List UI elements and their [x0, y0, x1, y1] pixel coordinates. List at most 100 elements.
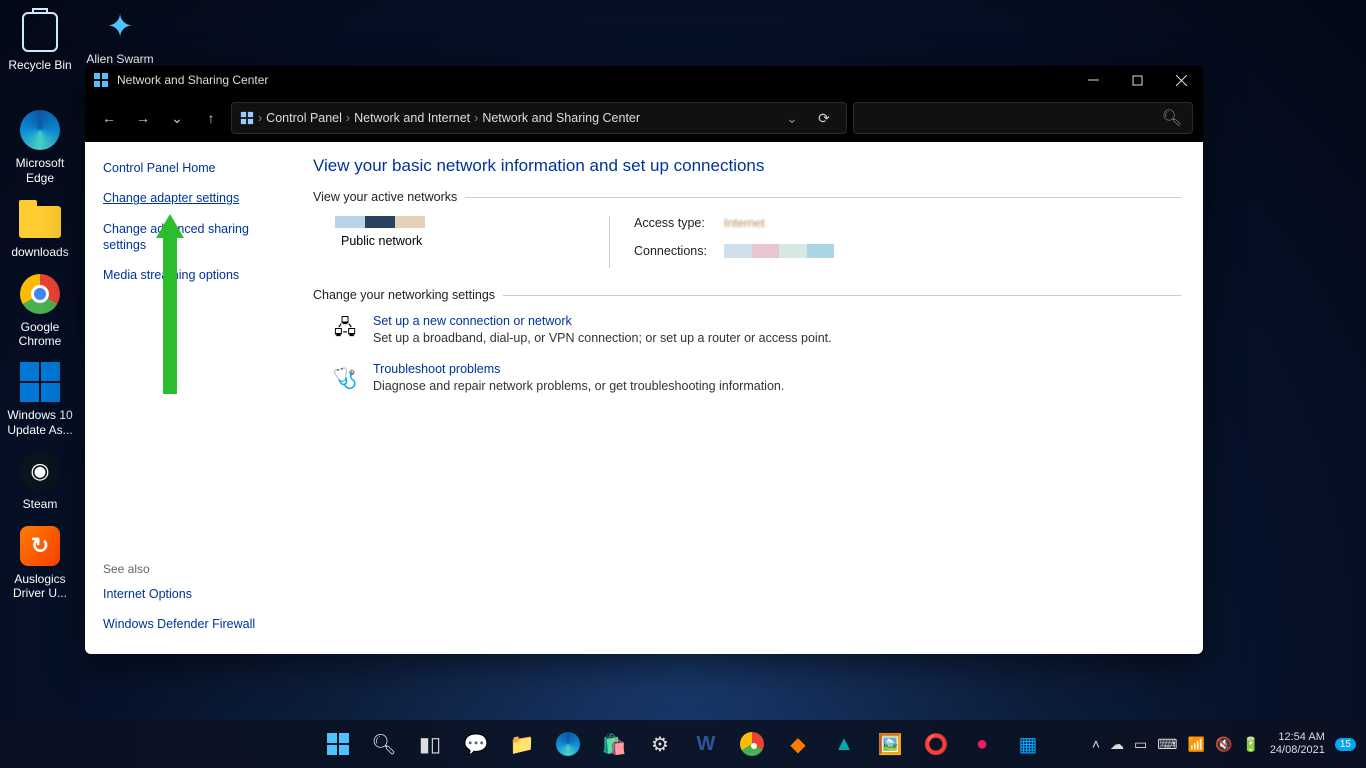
arrow-left-icon: ←: [102, 110, 116, 126]
sidebar-control-panel-home[interactable]: Control Panel Home: [103, 160, 273, 176]
arrow-up-icon: ↑: [208, 110, 215, 126]
tray-onedrive[interactable]: ☁: [1110, 736, 1124, 753]
minimize-button[interactable]: [1071, 66, 1115, 94]
taskbar-word[interactable]: W: [686, 724, 726, 764]
sidebar-defender-firewall[interactable]: Windows Defender Firewall: [103, 616, 273, 632]
windows-icon: [20, 362, 60, 402]
recent-dropdown[interactable]: ⌄: [163, 104, 191, 132]
edge-icon: [20, 110, 60, 150]
troubleshoot-icon: 🩺: [329, 362, 361, 394]
chrome-icon: [20, 274, 60, 314]
battery-icon: 🔋: [1242, 736, 1259, 752]
desktop-label: downloads: [2, 245, 78, 259]
troubleshoot-title[interactable]: Troubleshoot problems: [373, 362, 500, 376]
divider: [609, 216, 610, 268]
taskbar-settings[interactable]: ⚙: [640, 724, 680, 764]
setup-connection-title[interactable]: Set up a new connection or network: [373, 314, 572, 328]
tray-clock[interactable]: 12:54 AM 24/08/2021: [1270, 731, 1325, 757]
tray-volume[interactable]: 🔇: [1215, 736, 1232, 753]
setup-connection-icon: 🖧: [329, 314, 361, 346]
forward-button[interactable]: →: [129, 104, 157, 132]
taskbar-explorer[interactable]: 📁: [502, 724, 542, 764]
control-panel-icon: [240, 111, 254, 125]
desktop-label: Recycle Bin: [2, 58, 78, 72]
desktop-icon-chrome[interactable]: Google Chrome: [0, 268, 80, 357]
group-change-settings: Change your networking settings: [313, 288, 1181, 302]
maximize-button[interactable]: [1115, 66, 1159, 94]
sidebar-internet-options[interactable]: Internet Options: [103, 586, 273, 602]
up-button[interactable]: ↑: [197, 104, 225, 132]
refresh-button[interactable]: ⟳: [810, 104, 838, 132]
folder-icon: [19, 206, 61, 238]
auslogics-icon: ↻: [20, 526, 60, 566]
breadcrumb-sep: ›: [258, 111, 262, 125]
desktop-icon-windows-update[interactable]: Windows 10 Update As...: [0, 356, 80, 445]
desktop-label: Auslogics Driver U...: [2, 572, 78, 601]
widgets-icon: 💬: [464, 732, 489, 757]
sidebar-media-streaming[interactable]: Media streaming options: [103, 267, 273, 283]
see-also-heading: See also: [103, 562, 273, 576]
task-view-icon: ▮▯: [419, 732, 441, 757]
control-panel-icon: [93, 72, 109, 88]
breadcrumb-sep: ›: [346, 111, 350, 125]
search-button[interactable]: 🔍︎: [364, 724, 404, 764]
taskbar-app-blue[interactable]: ▦: [1008, 724, 1048, 764]
desktop-icon-edge[interactable]: Microsoft Edge: [0, 104, 80, 193]
tray-keyboard[interactable]: ⌨: [1157, 736, 1177, 753]
desktop-icon-alien-swarm[interactable]: ✦ Alien Swarm: [80, 0, 160, 74]
search-icon: 🔍︎: [1162, 108, 1182, 128]
search-input[interactable]: 🔍︎: [853, 102, 1193, 134]
breadcrumb-control-panel[interactable]: Control Panel: [266, 111, 342, 125]
sidebar-change-adapter-settings[interactable]: Change adapter settings: [103, 190, 273, 206]
breadcrumb-network-internet[interactable]: Network and Internet: [354, 111, 470, 125]
main-content: View your basic network information and …: [291, 142, 1203, 654]
cloud-icon: ☁: [1110, 736, 1124, 752]
titlebar[interactable]: Network and Sharing Center: [85, 66, 1203, 94]
address-bar[interactable]: › Control Panel › Network and Internet ›…: [231, 102, 847, 134]
maximize-icon: [1132, 75, 1143, 86]
back-button[interactable]: ←: [95, 104, 123, 132]
taskbar-edge[interactable]: [548, 724, 588, 764]
window-network-sharing: Network and Sharing Center ← → ⌄ ↑ › Con…: [85, 66, 1203, 654]
group-active-networks: View your active networks: [313, 190, 1181, 204]
chevron-up-icon: ˄: [1092, 736, 1100, 752]
taskbar-app-round[interactable]: ⭕: [916, 724, 956, 764]
notification-badge[interactable]: 15: [1335, 738, 1356, 751]
close-button[interactable]: [1159, 66, 1203, 94]
task-view-button[interactable]: ▮▯: [410, 724, 450, 764]
taskbar-app-pink[interactable]: ●: [962, 724, 1002, 764]
taskbar-app-teal[interactable]: ▲: [824, 724, 864, 764]
taskbar-app-orange[interactable]: ◆: [778, 724, 818, 764]
app-icon: ⭕: [924, 732, 949, 757]
network-name-redacted: [335, 216, 425, 228]
tray-touchpad[interactable]: ▭: [1134, 736, 1147, 753]
taskbar-chrome[interactable]: [732, 724, 772, 764]
widgets-button[interactable]: 💬: [456, 724, 496, 764]
edge-icon: [556, 732, 580, 756]
connections-value-redacted[interactable]: [724, 244, 834, 268]
folder-icon: 📁: [510, 732, 535, 757]
address-dropdown[interactable]: ⌄: [778, 104, 806, 132]
tray-chevron-up[interactable]: ˄: [1092, 736, 1100, 752]
desktop-icon-downloads[interactable]: downloads: [0, 193, 80, 267]
network-type: Public network: [341, 234, 609, 248]
sidebar-change-advanced-sharing[interactable]: Change advanced sharing settings: [103, 221, 273, 254]
tray-battery[interactable]: 🔋: [1242, 736, 1259, 753]
chevron-down-icon: ⌄: [171, 110, 183, 127]
start-button[interactable]: [318, 724, 358, 764]
taskbar-app-image[interactable]: 🖼️: [870, 724, 910, 764]
desktop-icon-steam[interactable]: ◉ Steam: [0, 445, 80, 519]
desktop-icon-auslogics[interactable]: ↻ Auslogics Driver U...: [0, 520, 80, 609]
app-icon: ▦: [1019, 732, 1038, 757]
left-sidebar: Control Panel Home Change adapter settin…: [85, 142, 291, 654]
arrow-right-icon: →: [136, 110, 150, 126]
breadcrumb-network-sharing[interactable]: Network and Sharing Center: [482, 111, 640, 125]
system-tray: ˄ ☁ ▭ ⌨ 📶 🔇 🔋 12:54 AM 24/08/2021 15: [1092, 731, 1366, 757]
troubleshoot-desc: Diagnose and repair network problems, or…: [373, 379, 784, 393]
alien-icon: ✦: [98, 4, 142, 48]
tray-wifi[interactable]: 📶: [1188, 736, 1205, 753]
link-troubleshoot[interactable]: 🩺 Troubleshoot problems Diagnose and rep…: [329, 362, 1181, 394]
link-setup-connection[interactable]: 🖧 Set up a new connection or network Set…: [329, 314, 1181, 346]
taskbar-store[interactable]: 🛍️: [594, 724, 634, 764]
desktop-icon-recycle-bin[interactable]: Recycle Bin: [0, 6, 80, 80]
